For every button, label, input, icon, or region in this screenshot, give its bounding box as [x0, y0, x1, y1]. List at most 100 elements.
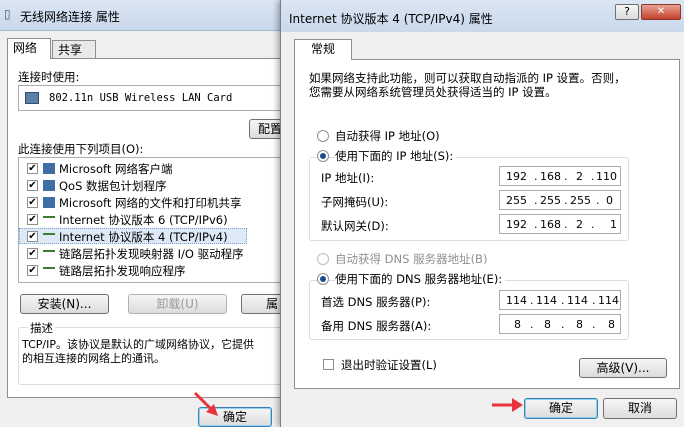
install-button[interactable]: 安装(N)...	[20, 294, 109, 314]
mask-octet-4: 0	[606, 194, 613, 207]
mask-octet-1: 255	[506, 194, 527, 207]
item-checkbox[interactable]: ✔	[27, 265, 38, 276]
ip-dot: .	[534, 170, 538, 183]
gw-octet-1: 192	[506, 218, 527, 231]
item-label: 链路层拓扑发现映射器 I/O 驱动程序	[59, 247, 244, 261]
cancel-button[interactable]: 取消	[603, 398, 677, 419]
list-item[interactable]: ✔ Microsoft 网络的文件和打印机共享	[19, 194, 290, 210]
list-item[interactable]: ✔ Internet 协议版本 6 (TCP/IPv6)	[19, 211, 290, 227]
manual-ip-radio[interactable]	[317, 150, 329, 162]
help-button[interactable]: ?	[615, 4, 639, 20]
dns1-octet-3: 114	[567, 294, 588, 307]
tab-network[interactable]: 网络	[7, 38, 51, 59]
ip-dot: .	[591, 218, 595, 231]
uninstall-button[interactable]: 卸载(U)	[128, 294, 227, 314]
subnet-mask-label: 子网掩码(U):	[321, 195, 389, 209]
preferred-dns-input[interactable]: 114 . 114 . 114 . 114	[499, 290, 621, 310]
manual-ip-label: 使用下面的 IP 地址(S):	[335, 148, 457, 164]
item-checkbox[interactable]: ✔	[27, 163, 38, 174]
adapter-box: 802.11n USB Wireless LAN Card	[18, 85, 288, 111]
ip-address-label: IP 地址(I):	[321, 171, 375, 185]
protocol-icon	[43, 267, 55, 271]
items-label: 此连接使用下列项目(O):	[18, 142, 144, 156]
item-checkbox[interactable]: ✔	[27, 214, 38, 225]
alternate-dns-input[interactable]: 8 . 8 . 8 . 8	[499, 314, 621, 334]
ipv4-properties-dialog: Internet 协议版本 4 (TCP/IPv4) 属性 ? ✕ 常规 如果网…	[280, 0, 684, 427]
protocol-icon	[43, 233, 55, 237]
item-label: Internet 协议版本 4 (TCP/IPv4)	[59, 230, 228, 244]
preferred-dns-label: 首选 DNS 服务器(P):	[321, 295, 431, 309]
auto-dns-label: 自动获得 DNS 服务器地址(B)	[335, 252, 488, 266]
validate-checkbox[interactable]	[323, 359, 334, 370]
item-checkbox[interactable]: ✔	[27, 197, 38, 208]
ip-dot: .	[534, 194, 538, 207]
dns1-octet-1: 114	[506, 294, 527, 307]
ip-dot: .	[564, 194, 568, 207]
fg-title-bar: Internet 协议版本 4 (TCP/IPv4) 属性 ? ✕	[281, 0, 684, 32]
item-label: Internet 协议版本 6 (TCP/IPv6)	[59, 213, 228, 227]
ok-button[interactable]: 确定	[524, 398, 598, 419]
ip-octet-2: 168	[540, 170, 561, 183]
service-icon	[43, 197, 55, 208]
adapter-name: 802.11n USB Wireless LAN Card	[49, 92, 233, 104]
manual-dns-label: 使用下面的 DNS 服务器地址(E):	[335, 271, 506, 287]
ip-dot: .	[530, 294, 534, 307]
protocol-icon	[43, 250, 55, 254]
ip-dot: .	[561, 294, 565, 307]
gateway-label: 默认网关(D):	[321, 219, 389, 233]
validate-label: 退出时验证设置(L)	[341, 358, 437, 372]
dns2-octet-4: 8	[608, 318, 615, 331]
general-tab-panel: 如果网络支持此功能，则可以获取自动指派的 IP 设置。否则， 您需要从网络系统管…	[294, 59, 680, 389]
bg-title-bar: ▯ 无线网络连接 属性	[0, 0, 290, 31]
item-checkbox[interactable]: ✔	[27, 180, 38, 191]
dns1-octet-4: 114	[598, 294, 619, 307]
protocol-icon	[43, 216, 55, 220]
list-item[interactable]: ✔ 链路层拓扑发现响应程序	[19, 262, 290, 278]
dns2-octet-1: 8	[514, 318, 521, 331]
ip-address-input[interactable]: 192 . 168 . 2 . 110	[499, 166, 621, 186]
ip-dot: .	[530, 318, 534, 331]
description-text-2: 的相互连接的网络上的通讯。	[22, 352, 165, 365]
list-item-selected[interactable]: ✔ Internet 协议版本 4 (TCP/IPv4)	[19, 228, 247, 244]
dns2-octet-2: 8	[544, 318, 551, 331]
auto-ip-label: 自动获得 IP 地址(O)	[335, 129, 440, 143]
list-item[interactable]: ✔ Microsoft 网络客户端	[19, 160, 290, 176]
tab-sharing[interactable]: 共享	[52, 40, 96, 59]
list-item[interactable]: ✔ QoS 数据包计划程序	[19, 177, 290, 193]
ip-octet-3: 2	[576, 170, 583, 183]
item-checkbox[interactable]: ✔	[27, 248, 38, 259]
ip-dot: .	[561, 318, 565, 331]
pointer-arrow-icon	[492, 398, 523, 412]
dns2-octet-3: 8	[576, 318, 583, 331]
ip-dot: .	[592, 294, 596, 307]
network-tab-panel: 连接时使用: 802.11n USB Wireless LAN Card 配置 …	[7, 58, 291, 398]
mask-octet-3: 255	[570, 194, 591, 207]
ip-octet-1: 192	[506, 170, 527, 183]
advanced-button[interactable]: 高级(V)...	[579, 358, 667, 378]
list-item[interactable]: ✔ 链路层拓扑发现映射器 I/O 驱动程序	[19, 245, 290, 261]
intro-text-2: 您需要从网络系统管理员处获得适当的 IP 设置。	[309, 85, 557, 99]
manual-dns-radio[interactable]	[317, 273, 329, 285]
item-label: 链路层拓扑发现响应程序	[59, 264, 186, 278]
gw-octet-2: 168	[540, 218, 561, 231]
ip-dot: .	[591, 170, 595, 183]
connect-using-label: 连接时使用:	[18, 70, 80, 84]
item-label: Microsoft 网络客户端	[59, 162, 173, 176]
gateway-input[interactable]: 192 . 168 . 2 . 1	[499, 214, 621, 234]
description-label: 描述	[28, 320, 55, 336]
auto-ip-radio[interactable]	[317, 130, 329, 142]
ip-dot: .	[564, 170, 568, 183]
network-icon: ▯	[4, 7, 11, 21]
alternate-dns-label: 备用 DNS 服务器(A):	[321, 319, 432, 333]
service-icon	[43, 180, 55, 191]
items-list: ✔ Microsoft 网络客户端 ✔ QoS 数据包计划程序 ✔ Micros…	[18, 157, 291, 283]
tab-general[interactable]: 常规	[294, 39, 352, 60]
adapter-icon	[25, 92, 39, 104]
dns1-octet-2: 114	[536, 294, 557, 307]
subnet-mask-input[interactable]: 255 . 255 . 255 . 0	[499, 190, 621, 210]
client-icon	[43, 163, 55, 174]
close-button[interactable]: ✕	[641, 4, 681, 20]
auto-dns-radio[interactable]	[317, 253, 329, 265]
item-checkbox[interactable]: ✔	[27, 231, 38, 242]
ip-octet-4: 110	[596, 170, 617, 183]
